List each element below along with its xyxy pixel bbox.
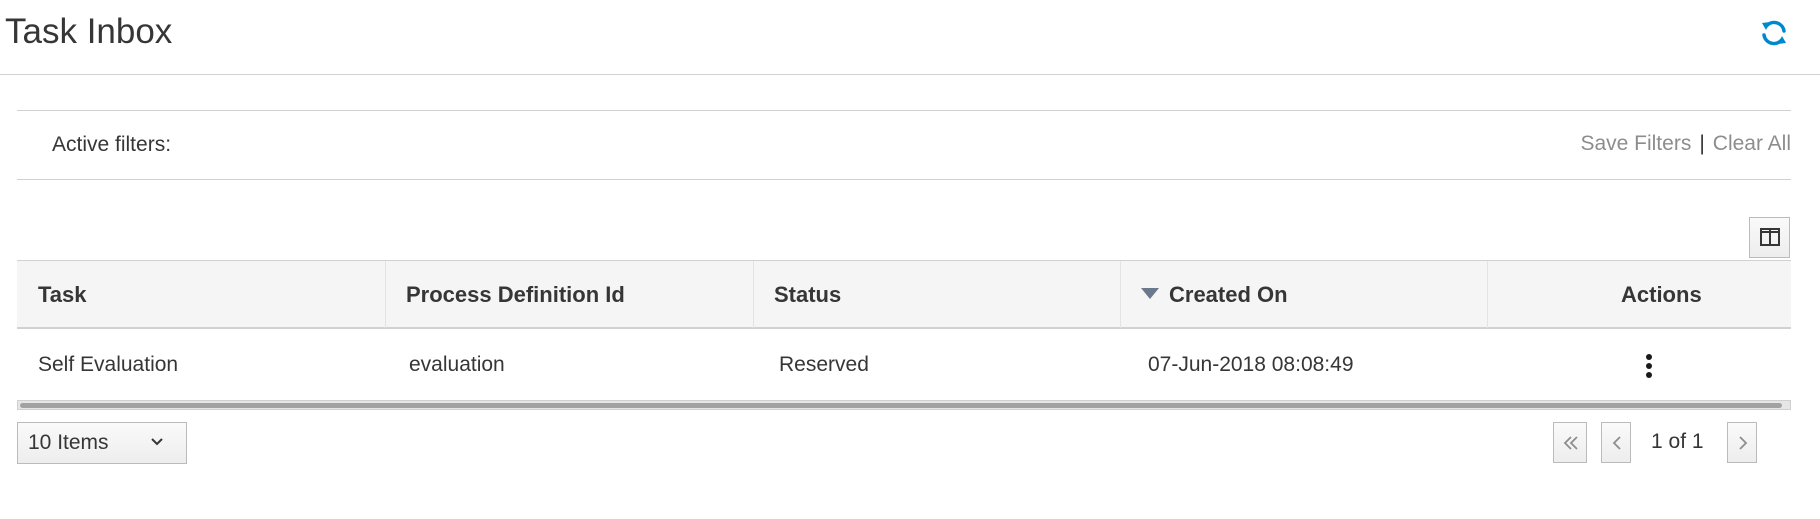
cell-process-definition-id: evaluation [409,353,505,376]
table-row[interactable]: Self Evaluation evaluation Reserved 07-J… [17,329,1791,400]
double-chevron-left-icon [1563,436,1578,450]
table-header: Task Process Definition Id Status Create… [17,260,1791,329]
task-table: Task Process Definition Id Status Create… [17,260,1791,410]
refresh-button[interactable] [1758,17,1790,49]
refresh-icon [1762,20,1786,46]
task-inbox-page: Task Inbox Active filters: Save Filters |… [0,0,1820,519]
page-title: Task Inbox [5,12,173,51]
previous-page-button[interactable] [1601,422,1631,463]
sort-descending-icon [1141,288,1159,299]
page-size-select[interactable]: 10 Items [17,422,187,464]
filter-actions-separator: | [1699,132,1705,155]
column-header-actions: Actions [1487,261,1791,328]
active-filters-bar: Active filters: Save Filters | Clear All [17,110,1791,180]
first-page-button[interactable] [1553,422,1587,463]
row-actions-button[interactable] [1644,354,1654,378]
column-header-process-definition-id[interactable]: Process Definition Id [385,261,753,328]
column-header-created-on[interactable]: Created On [1120,261,1487,328]
active-filters-label: Active filters: [52,133,172,156]
horizontal-scrollbar[interactable] [17,400,1791,410]
column-header-label: Status [774,282,842,307]
column-header-label: Actions [1621,282,1702,307]
page-indicator: 1 of 1 [1651,430,1704,453]
save-filters-link[interactable]: Save Filters [1580,132,1691,155]
column-header-label: Created On [1169,282,1288,307]
page-header: Task Inbox [0,0,1820,75]
chevron-down-icon [151,438,163,446]
columns-icon [1760,228,1780,246]
column-header-label: Task [38,282,87,307]
next-page-button[interactable] [1727,422,1757,463]
clear-all-link[interactable]: Clear All [1713,132,1791,155]
cell-task: Self Evaluation [38,353,179,376]
column-picker-button[interactable] [1749,217,1790,258]
column-header-task[interactable]: Task [17,261,385,328]
filter-actions: Save Filters | Clear All [1580,132,1791,156]
cell-status: Reserved [779,353,869,376]
kebab-menu-icon [1644,354,1654,378]
chevron-right-icon [1739,436,1748,450]
chevron-left-icon [1612,436,1621,450]
cell-created-on: 07-Jun-2018 08:08:49 [1148,353,1354,376]
column-header-status[interactable]: Status [753,261,1120,328]
page-size-label: 10 Items [28,431,109,454]
scrollbar-thumb[interactable] [20,403,1782,408]
column-header-label: Process Definition Id [406,282,625,307]
